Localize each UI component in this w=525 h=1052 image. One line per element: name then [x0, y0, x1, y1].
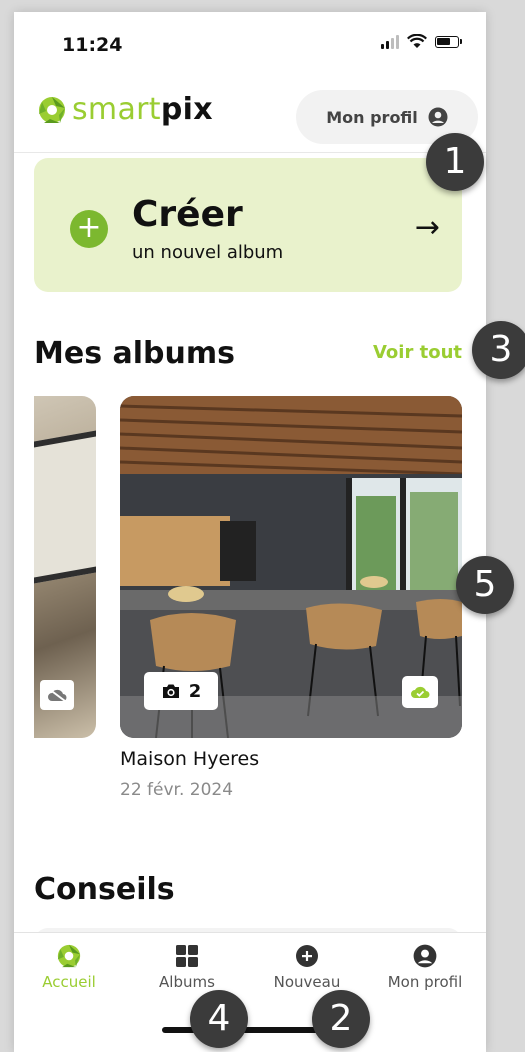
- album-card[interactable]: 2: [120, 396, 462, 738]
- plus-icon: +: [70, 210, 108, 248]
- bottom-tab-bar: Accueil Albums Nouveau Mon profil: [14, 932, 486, 1052]
- aperture-logo-icon: [39, 96, 65, 123]
- plus-circle-icon: [252, 943, 362, 969]
- photo-count-badge: 2: [144, 672, 218, 710]
- tips-section-title: Conseils: [34, 872, 175, 907]
- signal-icon: [381, 34, 399, 49]
- cloud-off-icon: [40, 680, 74, 710]
- status-time: 11:24: [62, 34, 123, 56]
- see-all-link[interactable]: Voir tout: [373, 342, 462, 363]
- grid-icon: [132, 943, 242, 969]
- smartpix-logo: smartpix: [38, 92, 213, 127]
- app-screen: 11:24 smartpix Mon profil + Créer un nou…: [14, 12, 486, 1052]
- cloud-check-icon: [402, 676, 438, 708]
- marker-3: 3: [472, 321, 525, 379]
- tab-profil[interactable]: Mon profil: [370, 943, 480, 991]
- battery-icon: [435, 35, 459, 48]
- create-subtitle: un nouvel album: [132, 242, 284, 263]
- photo-count: 2: [188, 680, 202, 702]
- user-circle-icon: [428, 107, 448, 127]
- wifi-icon: [407, 34, 427, 48]
- tab-label-accueil: Accueil: [42, 973, 96, 991]
- marker-1: 1: [426, 133, 484, 191]
- marker-4: 4: [190, 990, 248, 1048]
- logo-text-smart: smart: [72, 92, 161, 127]
- app-header: smartpix Mon profil: [14, 76, 486, 153]
- user-circle-icon: [370, 943, 480, 969]
- profile-button-label: Mon profil: [326, 107, 418, 127]
- album-name: Maison Hyeres: [120, 748, 260, 770]
- tab-nouveau[interactable]: Nouveau: [252, 943, 362, 991]
- tab-label-profil: Mon profil: [387, 973, 463, 991]
- camera-icon: [162, 684, 179, 698]
- create-album-card[interactable]: + Créer un nouvel album →: [34, 158, 462, 292]
- album-card-partial[interactable]: [34, 396, 96, 738]
- marker-5: 5: [456, 556, 514, 614]
- tab-albums[interactable]: Albums: [132, 943, 242, 991]
- logo-text-pix: pix: [160, 92, 213, 127]
- create-title: Créer: [132, 194, 243, 235]
- marker-2: 2: [312, 990, 370, 1048]
- albums-section-title: Mes albums: [34, 336, 235, 371]
- status-icons: [381, 34, 462, 49]
- album-date: 22 févr. 2024: [120, 780, 234, 800]
- home-aperture-icon: [14, 943, 124, 969]
- arrow-right-icon: →: [414, 210, 440, 245]
- tab-accueil[interactable]: Accueil: [14, 943, 124, 991]
- status-bar: 11:24: [14, 12, 486, 72]
- album-thumbnail: [34, 428, 96, 586]
- tab-label-nouveau: Nouveau: [273, 973, 341, 991]
- tab-label-albums: Albums: [159, 973, 215, 991]
